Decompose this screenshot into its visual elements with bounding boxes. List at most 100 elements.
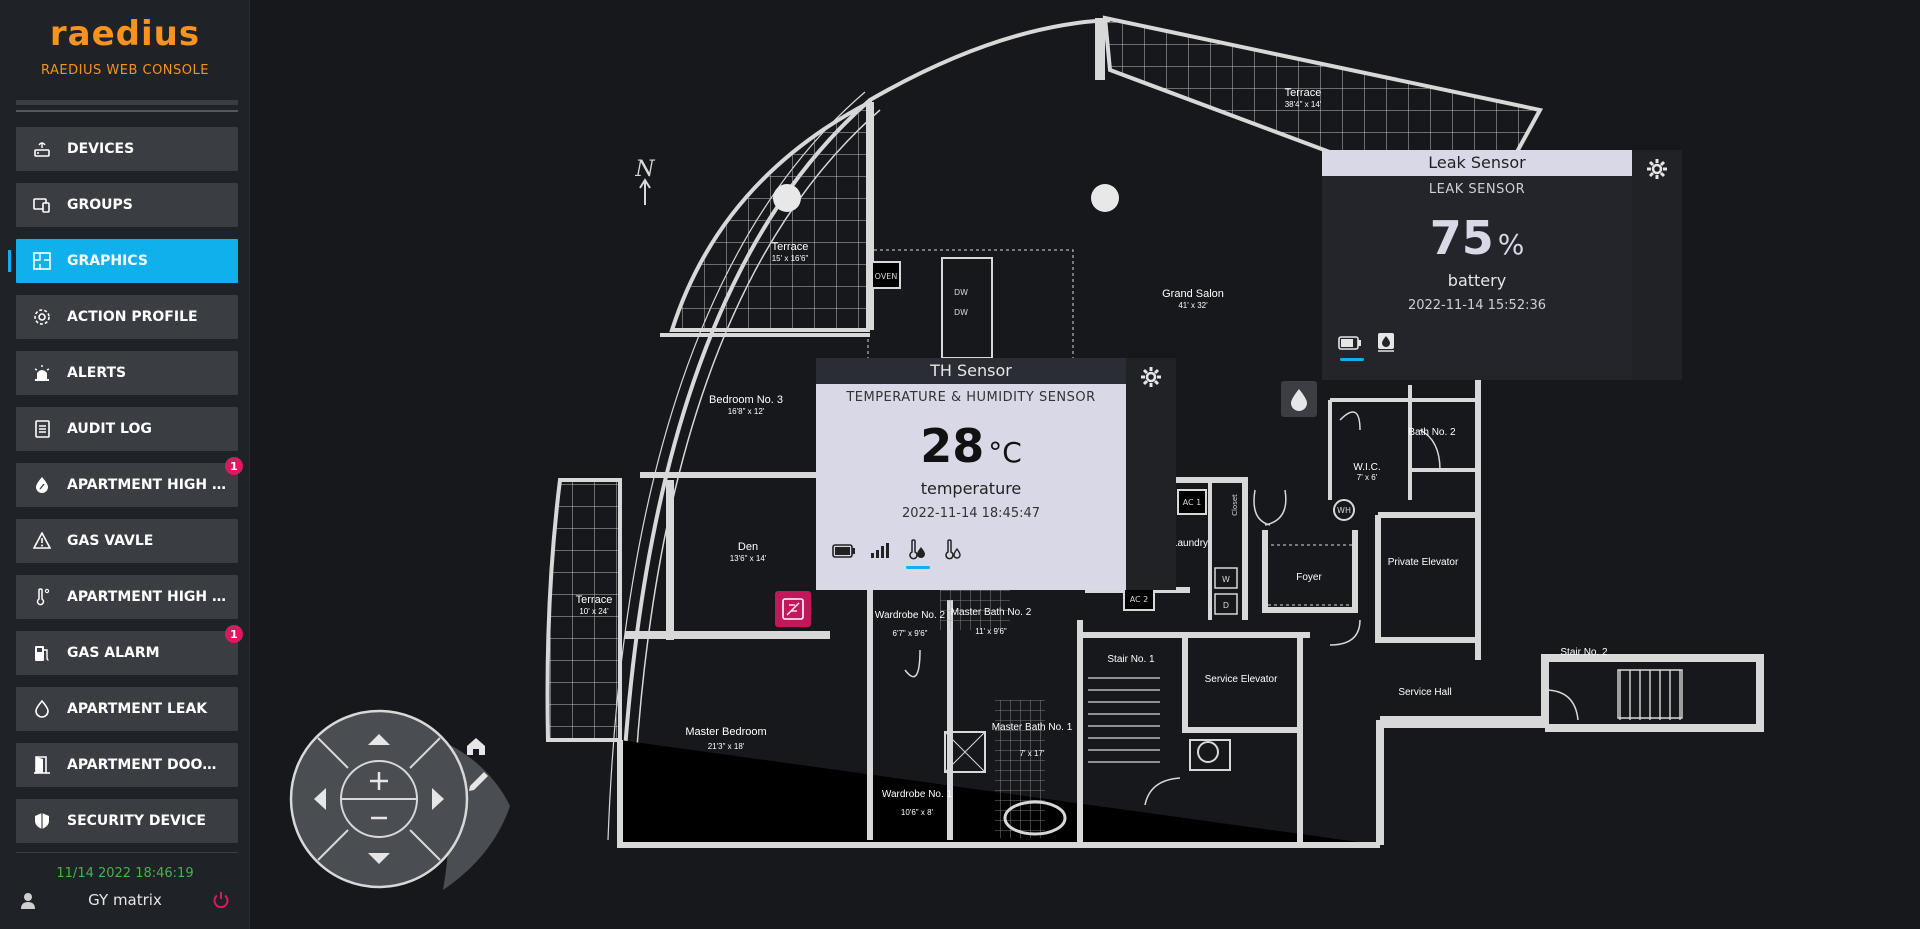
- room-name: Foyer: [1296, 572, 1322, 583]
- room-name: Stair No. 1: [1107, 654, 1155, 665]
- toilet: [1197, 741, 1219, 763]
- room-name: Bedroom No. 3: [709, 394, 783, 406]
- devices-group-icon: [32, 195, 52, 215]
- humidity-icon: [942, 539, 962, 565]
- stair-1: [1088, 677, 1160, 763]
- sidebar-item-label: APARTMENT DOOR S...: [67, 757, 227, 773]
- power-icon[interactable]: [212, 891, 230, 913]
- room-size: 15' x 16'6": [772, 254, 809, 263]
- w-label: W: [1222, 575, 1230, 584]
- leak-value-unit: %: [1497, 228, 1525, 261]
- sidebar-item-label: APARTMENT LEAK: [67, 701, 208, 717]
- room-name: Wardrobe No. 2: [875, 610, 946, 621]
- sidebar-item-alerts[interactable]: ALERTS: [16, 351, 238, 395]
- column: [1091, 184, 1119, 212]
- logo-text: raedius: [49, 14, 201, 54]
- closet-label: Closet: [1231, 494, 1239, 516]
- thermometer-icon: [32, 587, 52, 607]
- divider: [16, 852, 238, 853]
- room-size: 10'6" x 8': [901, 808, 934, 817]
- room-name: Private Elevator: [1388, 557, 1459, 568]
- sidebar-item-devices[interactable]: DEVICES: [16, 127, 238, 171]
- room-size: 41' x 32': [1178, 301, 1208, 310]
- sidebar-item-label: GRAPHICS: [67, 253, 148, 269]
- room-name: Den: [738, 541, 758, 553]
- sidebar-item-gas-valve[interactable]: GAS VAVLE: [16, 519, 238, 563]
- signal-tab[interactable]: [862, 537, 898, 567]
- leak-value: 75%: [1322, 211, 1632, 265]
- leak-tab[interactable]: [1368, 329, 1404, 359]
- room-size: 38'4" x 14': [1285, 100, 1322, 109]
- battery-icon: [832, 543, 856, 562]
- room-name: Master Bedroom: [685, 726, 766, 738]
- active-marker: [8, 250, 11, 272]
- room-size: 16'8" x 12': [728, 407, 765, 416]
- log-icon: [32, 419, 52, 439]
- sidebar-item-audit-log[interactable]: AUDIT LOG: [16, 407, 238, 451]
- terrace-left-upper: [669, 98, 873, 332]
- sidebar-item-label: GAS ALARM: [67, 645, 160, 661]
- gas-pump-icon: [32, 643, 52, 663]
- th-sensor-marker[interactable]: [775, 591, 811, 627]
- sidebar-item-graphics[interactable]: GRAPHICS: [16, 239, 238, 283]
- battery-tab[interactable]: [826, 537, 862, 567]
- sidebar-item-groups[interactable]: GROUPS: [16, 183, 238, 227]
- warning-icon: [32, 531, 52, 551]
- th-popup-title: TH Sensor: [816, 358, 1126, 384]
- th-settings-gear-icon[interactable]: [1140, 366, 1162, 392]
- th-value: 28 °C: [816, 419, 1126, 473]
- notification-badge: 1: [225, 457, 243, 475]
- d-label: D: [1223, 601, 1229, 610]
- leak-timestamp: 2022-11-14 15:52:36: [1407, 298, 1547, 313]
- th-sensor-type: TEMPERATURE & HUMIDITY SENSOR: [846, 390, 1096, 405]
- leak-popup-body: Leak Sensor LEAK SENSOR 75% battery 2022…: [1322, 150, 1632, 380]
- sidebar-item-label: APARTMENT HIGH TE...: [67, 589, 227, 605]
- door-arc: [1329, 619, 1361, 646]
- room-name: Service Elevator: [1205, 674, 1278, 685]
- room-name: Grand Salon: [1162, 288, 1224, 300]
- divider: [16, 100, 238, 105]
- temperature-tab[interactable]: [898, 537, 934, 569]
- leak-popup-side: [1632, 150, 1682, 380]
- north-arrow: [639, 178, 651, 205]
- sidebar-item-security-device[interactable]: SECURITY DEVICE: [16, 799, 238, 843]
- sidebar-item-label: ACTION PROFILE: [67, 309, 198, 325]
- room-size: 10' x 24': [579, 607, 609, 616]
- sidebar-item-apartment-high-temp-1[interactable]: APARTMENT HIGH TE... 1: [16, 457, 243, 507]
- door-arc: [1544, 689, 1579, 721]
- th-metric-tabs: [826, 537, 1126, 569]
- battery-tab[interactable]: [1332, 329, 1368, 361]
- sidebar-item-label: APARTMENT HIGH TE...: [67, 477, 227, 493]
- wall: [1375, 515, 1475, 643]
- room-name: Laundry: [1172, 538, 1208, 549]
- shield-icon: [32, 811, 52, 831]
- room-name: Terrace: [576, 594, 613, 606]
- raedius-logo[interactable]: raedius: [14, 14, 236, 54]
- home-icon: [467, 738, 485, 755]
- door-arc: [1264, 489, 1287, 526]
- dw-label: DW: [954, 308, 968, 317]
- water-drop-icon: [32, 699, 52, 719]
- signal-icon: [870, 542, 890, 562]
- humidity-tab[interactable]: [934, 537, 970, 567]
- room-name: Bath No. 2: [1408, 427, 1456, 438]
- home-button[interactable]: [467, 738, 485, 755]
- temperature-icon: [906, 539, 926, 565]
- door-arc: [904, 649, 921, 678]
- leak-settings-gear-icon[interactable]: [1646, 158, 1668, 184]
- room-name: Stair No. 2: [1560, 647, 1608, 658]
- sidebar-item-action-profile[interactable]: ACTION PROFILE: [16, 295, 238, 339]
- sidebar-item-gas-alarm[interactable]: GAS ALARM 1: [16, 625, 243, 675]
- wall: [1262, 530, 1358, 613]
- leak-sensor-marker[interactable]: [1281, 381, 1317, 417]
- ac1-label: AC 1: [1183, 498, 1202, 507]
- sidebar-item-apartment-leak[interactable]: APARTMENT LEAK: [16, 687, 238, 731]
- room-name: Wardrobe No. 1: [882, 789, 953, 800]
- th-timestamp: 2022-11-14 18:45:47: [901, 506, 1041, 521]
- th-metric: temperature: [920, 479, 1022, 498]
- sidebar: raedius RAEDIUS WEB CONSOLE DEVICES GROU…: [0, 0, 250, 929]
- sidebar-item-apartment-high-temp-2[interactable]: APARTMENT HIGH TE...: [16, 575, 238, 619]
- room-size: 7' x 17': [1020, 749, 1045, 758]
- sidebar-item-apartment-door[interactable]: APARTMENT DOOR S...: [16, 743, 238, 787]
- stair-2: [1619, 670, 1681, 720]
